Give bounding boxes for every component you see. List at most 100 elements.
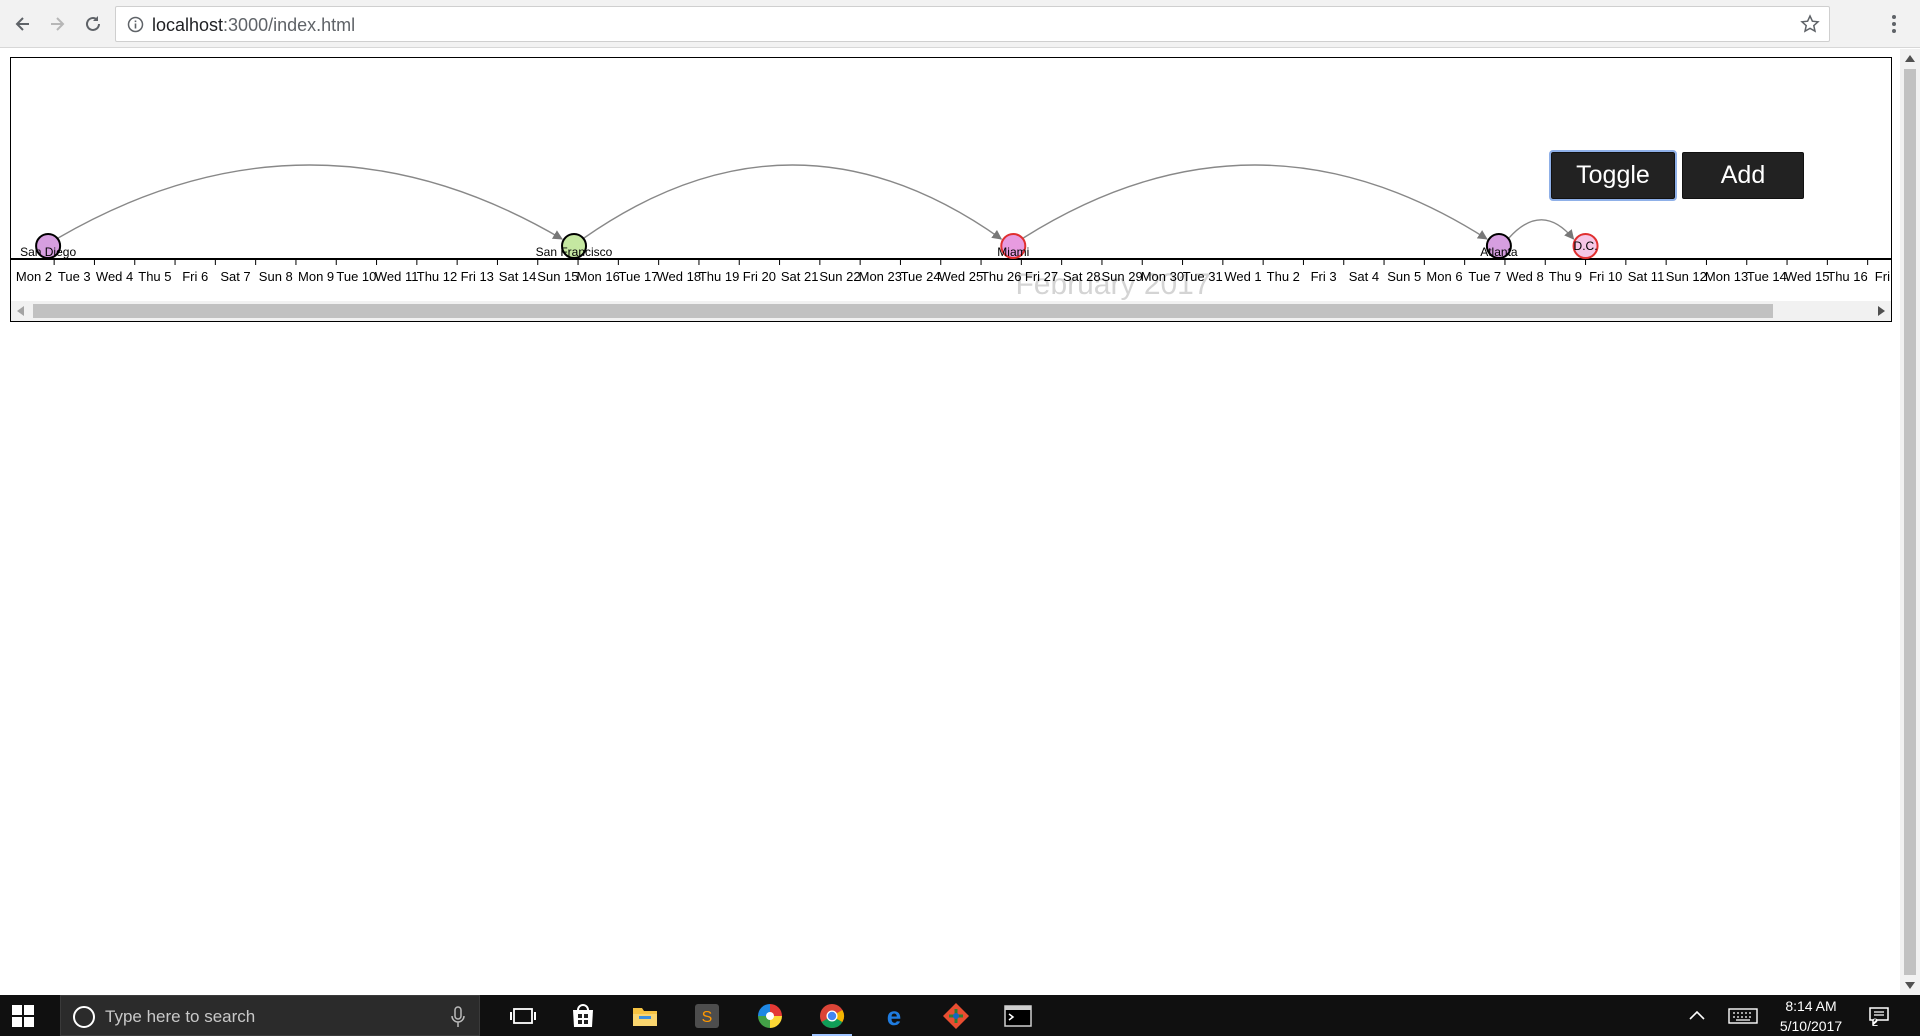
city-node-label: San Francisco — [536, 245, 613, 259]
axis-tick-label: Wed 4 — [96, 269, 133, 284]
svg-text:S: S — [702, 1009, 713, 1026]
reload-icon — [86, 16, 100, 31]
axis-tick-label: Fri 6 — [182, 269, 208, 284]
chrome-icon[interactable] — [817, 1001, 847, 1031]
sublime-text-icon[interactable]: S — [692, 1001, 722, 1031]
back-arrow-icon — [15, 17, 29, 31]
show-hidden-icons-icon[interactable] — [1688, 1007, 1706, 1025]
search-placeholder: Type here to search — [105, 1007, 256, 1026]
axis-tick-label: Mon 13 — [1705, 269, 1748, 284]
vertical-scroll-thumb[interactable] — [1904, 69, 1916, 975]
page-viewport: February 2017 Mon 2 Tue 3 Wed 4 Thu 5 Fri 6S… — [0, 49, 1900, 995]
ticks-layer: Mon 2 Tue 3 Wed 4 Thu 5 Fri 6 Sat 7 Sun 8 Mon 9… — [16, 259, 1891, 284]
city-node-label: D.C. — [1574, 239, 1598, 253]
axis-tick-label: Thu 12 — [417, 269, 457, 284]
axis-tick-label: Sat 7 — [220, 269, 250, 284]
clock-time: 8:14 AM — [1785, 998, 1837, 1014]
axis-tick-label: Sun 22 — [819, 269, 860, 284]
horizontal-scrollbar[interactable] — [11, 301, 1891, 321]
git-icon[interactable] — [941, 1001, 971, 1031]
axis-tick-label: Wed 25 — [939, 269, 984, 284]
bookmark-star-icon[interactable] — [1800, 14, 1820, 34]
clock-date: 5/10/2017 — [1779, 1018, 1843, 1034]
cortana-icon — [73, 1006, 95, 1028]
axis-tick-label: Sun 8 — [259, 269, 293, 284]
city-node[interactable]: San Diego — [20, 233, 76, 259]
axis-tick-label: Mon 2 — [16, 269, 52, 284]
axis-tick-label: Thu 19 — [699, 269, 739, 284]
toggle-button[interactable]: Toggle — [1549, 150, 1677, 201]
color-picker-icon[interactable] — [755, 1001, 785, 1031]
axis-tick-label: Sat 14 — [499, 269, 537, 284]
forward-button[interactable] — [42, 9, 72, 39]
axis-tick-label: Thu 16 — [1827, 269, 1867, 284]
file-explorer-icon[interactable] — [630, 1001, 660, 1031]
axis-tick-label: Tue 10 — [336, 269, 376, 284]
info-icon[interactable] — [127, 16, 144, 33]
axis-tick-label: Fri 10 — [1589, 269, 1622, 284]
axis-tick-label: Tue 31 — [1183, 269, 1223, 284]
forward-arrow-icon — [51, 17, 65, 31]
reload-button[interactable] — [78, 9, 108, 39]
axis-tick-label: Sat 28 — [1063, 269, 1101, 284]
axis-tick-label: Thu 2 — [1267, 269, 1300, 284]
vertical-scrollbar[interactable] — [1900, 49, 1920, 995]
url-path: :3000/index.html — [223, 15, 356, 35]
url-text: localhost:3000/index.html — [152, 15, 355, 36]
axis-tick-label: Mon 9 — [298, 269, 334, 284]
axis-tick-label: Tue 7 — [1468, 269, 1501, 284]
windows-taskbar: Type here to search S e 8:14 AM 5/10/201… — [0, 995, 1920, 1036]
browser-toolbar: localhost:3000/index.html — [0, 0, 1920, 48]
city-node-label: Miami — [997, 245, 1029, 259]
axis-tick-label: Wed 11 — [375, 269, 419, 284]
axis-tick-label: Sun 12 — [1666, 269, 1707, 284]
add-button[interactable]: Add — [1682, 152, 1804, 199]
terminal-icon[interactable] — [1003, 1001, 1033, 1031]
microphone-icon[interactable] — [451, 1006, 465, 1028]
city-node[interactable]: D.C. — [1572, 233, 1599, 259]
axis-tick-label: Thu 26 — [981, 269, 1021, 284]
taskbar-search-box[interactable]: Type here to search — [60, 995, 480, 1036]
scroll-down-arrow-icon[interactable] — [1905, 981, 1915, 989]
axis-tick-label: Fri 3 — [1311, 269, 1337, 284]
axis-tick-label: Wed 15 — [1785, 269, 1830, 284]
axis-tick-label: Mon 6 — [1426, 269, 1462, 284]
horizontal-scroll-thumb[interactable] — [33, 304, 1773, 318]
axis-tick-label: Sun 5 — [1387, 269, 1421, 284]
store-icon[interactable] — [568, 1001, 598, 1031]
scroll-left-arrow-icon[interactable] — [17, 306, 25, 316]
axis-tick-label: Sat 11 — [1628, 269, 1665, 284]
timeline-container: February 2017 Mon 2 Tue 3 Wed 4 Thu 5 Fri 6S… — [10, 57, 1892, 322]
city-node[interactable]: San Francisco — [536, 233, 613, 259]
browser-menu-icon[interactable] — [1884, 9, 1904, 39]
links-layer — [57, 164, 1575, 240]
axis-tick-label: Sun 29 — [1101, 269, 1142, 284]
city-node-label: Atlanta — [1480, 245, 1518, 259]
axis-tick-label: Fri 13 — [461, 269, 494, 284]
scroll-right-arrow-icon[interactable] — [1877, 306, 1885, 316]
keyboard-icon[interactable] — [1728, 1007, 1758, 1025]
nodes-layer: San Diego San Francisco Miami Atlanta D.C. — [20, 233, 1599, 259]
axis-tick-label: Sat 4 — [1349, 269, 1379, 284]
edge-icon[interactable]: e — [879, 1001, 909, 1031]
system-clock[interactable]: 8:14 AM 5/10/2017 — [1778, 998, 1844, 1034]
task-view-icon[interactable] — [508, 1001, 538, 1031]
scroll-up-arrow-icon[interactable] — [1905, 55, 1915, 63]
route-link — [1022, 164, 1488, 240]
axis-tick-label: Mon 16 — [577, 269, 620, 284]
route-link — [583, 164, 1003, 240]
address-bar[interactable]: localhost:3000/index.html — [115, 6, 1830, 42]
notification-count-badge: 2 — [1872, 1017, 1879, 1029]
city-node-label: San Diego — [20, 245, 76, 259]
svg-text:e: e — [887, 1001, 901, 1031]
axis-tick-label: Tue 17 — [619, 269, 659, 284]
axis-tick-label: Sat 21 — [781, 269, 819, 284]
axis-tick-label: Fri 20 — [743, 269, 776, 284]
axis-tick-label: Tue 3 — [58, 269, 91, 284]
back-button[interactable] — [8, 9, 38, 39]
axis-tick-label: Mon 30 — [1141, 269, 1184, 284]
route-link — [57, 164, 563, 240]
axis-tick-label: Wed 1 — [1224, 269, 1261, 284]
windows-start-icon[interactable] — [12, 1005, 34, 1027]
axis-tick-label: Sun 15 — [537, 269, 578, 284]
